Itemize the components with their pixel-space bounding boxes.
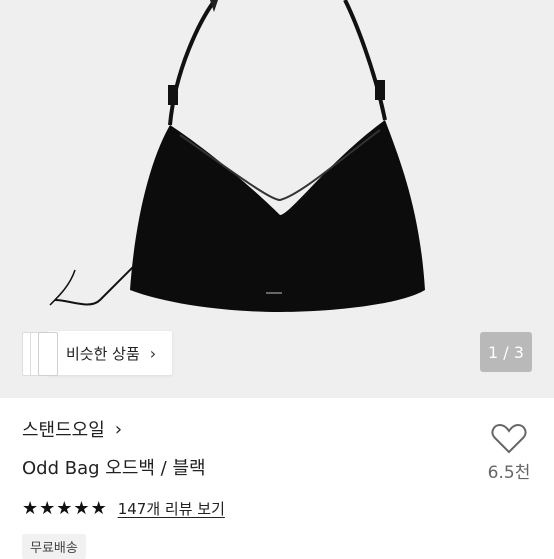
brand-link[interactable]: 스탠드오일 › xyxy=(22,416,554,442)
star-icon: ★ xyxy=(73,498,91,519)
similar-products-button[interactable]: 비슷한 상품 › xyxy=(48,331,173,375)
product-info: 스탠드오일 › Odd Bag 오드백 / 블랙 ★★★★★ 147개 리뷰 보… xyxy=(22,416,554,520)
image-pager: 1 / 3 xyxy=(480,332,532,372)
heart-icon xyxy=(491,423,527,454)
star-rating: ★★★★★ xyxy=(22,498,108,519)
rating-row: ★★★★★ 147개 리뷰 보기 xyxy=(22,498,554,519)
star-icon: ★ xyxy=(90,498,108,519)
brand-name: 스탠드오일 xyxy=(22,420,105,441)
similar-products-label: 비슷한 상품 xyxy=(66,344,140,363)
reviews-link[interactable]: 147개 리뷰 보기 xyxy=(118,498,225,519)
star-icon: ★ xyxy=(22,498,40,519)
similar-thumbnail xyxy=(38,332,58,376)
like-button[interactable]: 6.5천 xyxy=(482,422,536,483)
free-shipping-badge: 무료배송 xyxy=(22,534,86,559)
like-count: 6.5천 xyxy=(487,463,531,483)
product-title: Odd Bag 오드백 / 블랙 xyxy=(22,458,206,479)
star-icon: ★ xyxy=(39,498,57,519)
similar-thumbnails xyxy=(22,330,58,376)
chevron-right-icon: › xyxy=(114,418,123,440)
star-icon: ★ xyxy=(56,498,74,519)
chevron-right-icon: › xyxy=(149,343,157,363)
product-image-carousel[interactable]: 비슷한 상품 › 1 / 3 xyxy=(0,0,554,398)
